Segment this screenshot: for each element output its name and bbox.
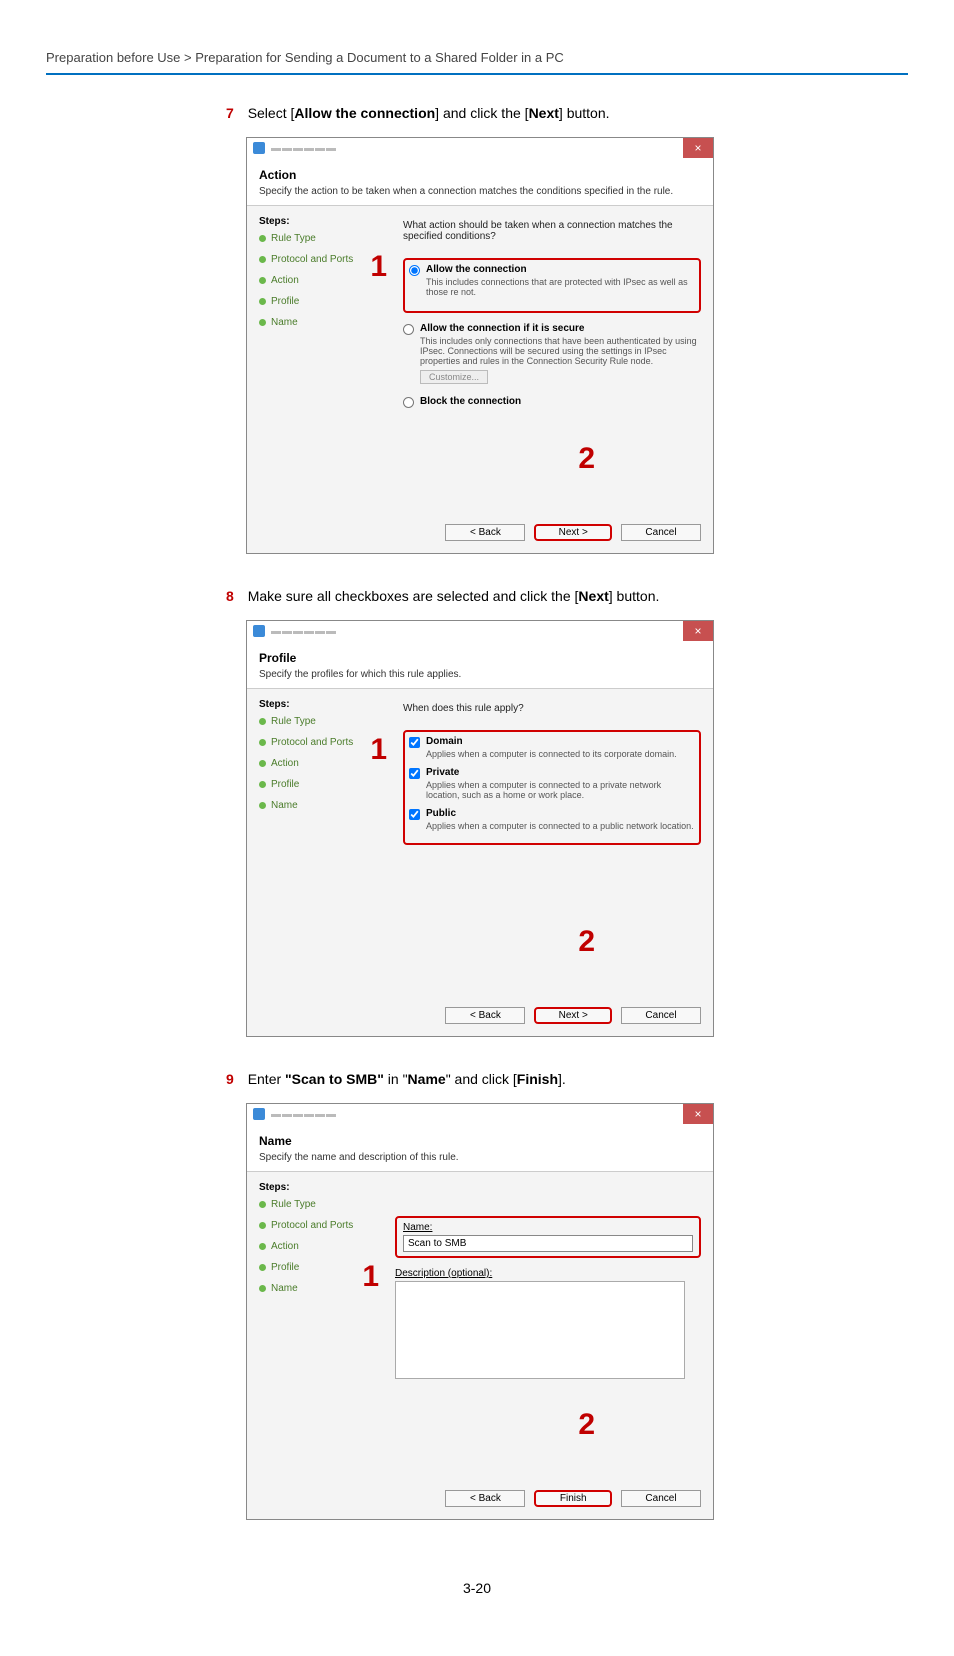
close-button[interactable]: × xyxy=(683,621,713,641)
chk-domain[interactable] xyxy=(409,737,420,748)
back-button[interactable]: < Back xyxy=(445,1490,525,1507)
dialog-heading: Profile xyxy=(259,651,701,665)
back-button[interactable]: < Back xyxy=(445,1007,525,1024)
description-field[interactable] xyxy=(395,1281,685,1379)
sidebar-rule-type[interactable]: Rule Type xyxy=(259,233,391,244)
callout-2: 2 xyxy=(578,1408,595,1442)
callout-1: 1 xyxy=(370,733,387,767)
sidebar-action[interactable]: Action xyxy=(259,1241,383,1252)
next-button[interactable]: Next > xyxy=(534,524,612,541)
cancel-button[interactable]: Cancel xyxy=(621,524,701,541)
chk-public[interactable] xyxy=(409,809,420,820)
action-question: What action should be taken when a conne… xyxy=(403,220,701,242)
sidebar-name[interactable]: Name xyxy=(259,800,391,811)
sidebar-name[interactable]: Name xyxy=(259,317,391,328)
dialog-title-bar: ▬▬▬▬▬▬ × xyxy=(247,1104,713,1124)
callout-2: 2 xyxy=(578,925,595,959)
cancel-button[interactable]: Cancel xyxy=(621,1490,701,1507)
shield-icon xyxy=(253,625,265,637)
sidebar-profile[interactable]: Profile xyxy=(259,296,391,307)
step-8-instruction: 8 Make sure all checkboxes are selected … xyxy=(226,588,908,604)
dialog-title-bar: ▬▬▬▬▬▬ × xyxy=(247,138,713,158)
dialog-title-bar: ▬▬▬▬▬▬ × xyxy=(247,621,713,641)
page-number: 3-20 xyxy=(46,1580,908,1596)
dialog-heading: Name xyxy=(259,1134,701,1148)
sidebar-rule-type[interactable]: Rule Type xyxy=(259,1199,383,1210)
next-button[interactable]: Next > xyxy=(534,1007,612,1024)
finish-button[interactable]: Finish xyxy=(534,1490,612,1507)
name-field[interactable] xyxy=(403,1235,693,1252)
close-button[interactable]: × xyxy=(683,138,713,158)
blurred-title: ▬▬▬▬▬▬ xyxy=(271,1109,337,1120)
profile-question: When does this rule apply? xyxy=(403,703,701,714)
close-button[interactable]: × xyxy=(683,1104,713,1124)
profile-dialog: ▬▬▬▬▬▬ × Profile Specify the profiles fo… xyxy=(246,620,714,1037)
dialog-subheading: Specify the name and description of this… xyxy=(259,1152,701,1163)
steps-sidebar: Steps: Rule Type Protocol and Ports Acti… xyxy=(247,689,391,999)
radio-allow-connection[interactable] xyxy=(409,265,420,276)
back-button[interactable]: < Back xyxy=(445,524,525,541)
callout-1: 1 xyxy=(370,250,387,284)
highlight-profile-checks: DomainApplies when a computer is connect… xyxy=(403,730,701,845)
sidebar-profile[interactable]: Profile xyxy=(259,779,391,790)
sidebar-protocol[interactable]: Protocol and Ports xyxy=(259,1220,383,1231)
sidebar-rule-type[interactable]: Rule Type xyxy=(259,716,391,727)
dialog-heading: Action xyxy=(259,168,701,182)
callout-2: 2 xyxy=(578,442,595,476)
name-dialog: ▬▬▬▬▬▬ × Name Specify the name and descr… xyxy=(246,1103,714,1520)
shield-icon xyxy=(253,1108,265,1120)
step-9-instruction: 9 Enter "Scan to SMB" in "Name" and clic… xyxy=(226,1071,908,1087)
blurred-title: ▬▬▬▬▬▬ xyxy=(271,143,337,154)
header-divider xyxy=(46,73,908,75)
step-7-instruction: 7 Select [Allow the connection] and clic… xyxy=(226,105,908,121)
highlight-allow-connection: Allow the connection This includes conne… xyxy=(403,258,701,313)
description-label: Description (optional): xyxy=(395,1268,701,1279)
highlight-name-input: Name: xyxy=(395,1216,701,1258)
blurred-title: ▬▬▬▬▬▬ xyxy=(271,626,337,637)
shield-icon xyxy=(253,142,265,154)
steps-sidebar: Steps: Rule Type Protocol and Ports Acti… xyxy=(247,1172,383,1482)
radio-allow-secure[interactable] xyxy=(403,324,414,335)
action-dialog: ▬▬▬▬▬▬ × Action Specify the action to be… xyxy=(246,137,714,554)
dialog-subheading: Specify the action to be taken when a co… xyxy=(259,186,701,197)
breadcrumb: Preparation before Use > Preparation for… xyxy=(46,50,908,73)
steps-sidebar: Steps: Rule Type Protocol and Ports Acti… xyxy=(247,206,391,516)
cancel-button[interactable]: Cancel xyxy=(621,1007,701,1024)
radio-block-connection[interactable] xyxy=(403,397,414,408)
customize-button: Customize... xyxy=(420,370,488,384)
dialog-subheading: Specify the profiles for which this rule… xyxy=(259,669,701,680)
callout-1: 1 xyxy=(362,1260,379,1294)
name-label: Name: xyxy=(403,1222,693,1233)
chk-private[interactable] xyxy=(409,768,420,779)
